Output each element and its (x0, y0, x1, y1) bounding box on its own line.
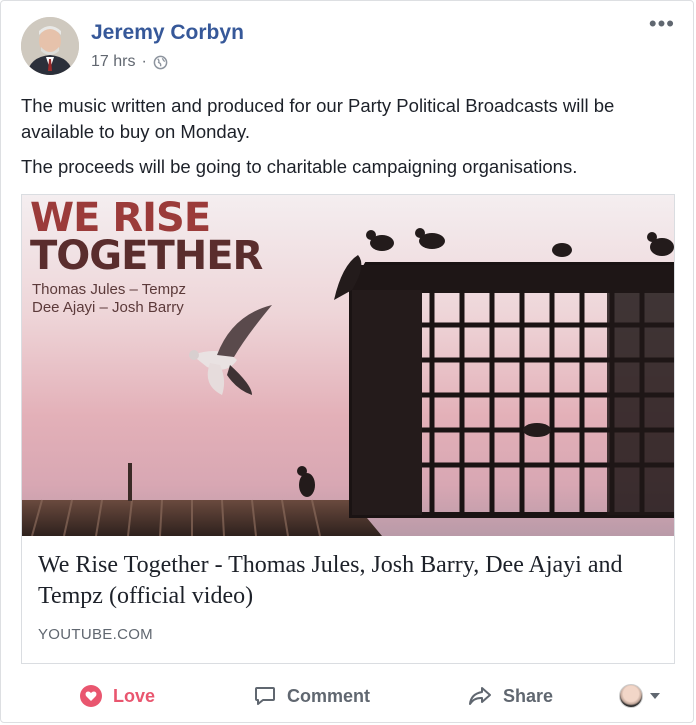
share-button[interactable]: Share (467, 684, 553, 708)
link-domain: YOUTUBE.COM (38, 626, 153, 643)
post-meta: 17 hrs · (91, 53, 168, 71)
author-avatar[interactable] (21, 17, 79, 75)
thumbnail-artists: Thomas Jules – Tempz Dee Ajayi – Josh Ba… (32, 281, 186, 317)
post-text: The music written and produced for our P… (21, 93, 681, 189)
post-time[interactable]: 17 hrs (91, 53, 135, 71)
comment-button[interactable]: Comment (253, 684, 370, 708)
post-card: Jeremy Corbyn 17 hrs · ••• The music wri… (0, 0, 694, 723)
post-paragraph: The music written and produced for our P… (21, 95, 615, 142)
love-label: Love (113, 685, 156, 706)
share-icon (469, 687, 491, 705)
comment-icon (255, 687, 275, 705)
thumbnail-artists-line1: Thomas Jules – Tempz (32, 281, 186, 298)
action-bar: Love Comment Share (1, 673, 693, 719)
meta-separator: · (141, 53, 147, 70)
link-preview-image[interactable]: WE RISE TOGETHER Thomas Jules – Tempz De… (22, 195, 674, 536)
avatar-portrait (21, 17, 79, 75)
thumbnail-title-line2: TOGETHER (30, 233, 263, 279)
thumbnail-artists-line2: Dee Ajayi – Josh Barry (32, 299, 184, 316)
love-reaction-icon (80, 685, 102, 707)
comment-label: Comment (287, 685, 371, 706)
more-options-icon[interactable]: ••• (649, 13, 675, 35)
profile-avatar-icon (619, 684, 643, 708)
link-preview-body: We Rise Together - Thomas Jules, Josh Ba… (22, 536, 674, 643)
chevron-down-icon (650, 693, 660, 699)
link-title[interactable]: We Rise Together - Thomas Jules, Josh Ba… (38, 550, 658, 612)
thumbnail-title: WE RISE TOGETHER (30, 195, 263, 279)
post-paragraph: The proceeds will be going to charitable… (21, 156, 578, 177)
love-button[interactable]: Love (79, 684, 155, 708)
author-name[interactable]: Jeremy Corbyn (91, 21, 244, 45)
globe-icon[interactable] (153, 55, 168, 70)
audience-selector[interactable] (619, 684, 661, 708)
link-preview-card[interactable]: WE RISE TOGETHER Thomas Jules – Tempz De… (21, 194, 675, 664)
share-label: Share (503, 685, 554, 706)
thumbnail-title-line1: WE RISE (30, 195, 211, 241)
